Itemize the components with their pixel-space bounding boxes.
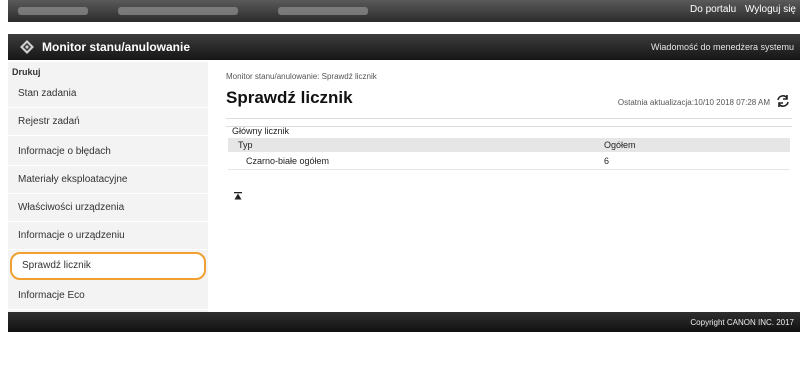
column-header-total: Ogółem bbox=[604, 140, 636, 150]
app-title: Monitor stanu/anulowanie bbox=[42, 40, 191, 54]
last-update-text: Ostatnia aktualizacja:10/10 2018 07:28 A… bbox=[617, 98, 770, 107]
top-links: Do portalu Wyloguj się bbox=[684, 4, 796, 15]
sidebar-item-consumables[interactable]: Materiały eksploatacyjne bbox=[8, 166, 208, 194]
counter-type-cell: Czarno-białe ogółem bbox=[246, 156, 330, 166]
page-title: Sprawdź licznik bbox=[226, 88, 353, 107]
top-bar: Do portalu Wyloguj się bbox=[8, 0, 800, 22]
table-row: Czarno-białe ogółem 6 bbox=[228, 153, 790, 170]
counter-section-title: Główny licznik bbox=[232, 126, 290, 136]
sidebar-item-check-counter[interactable]: Sprawdź licznik bbox=[10, 252, 206, 280]
logout-link[interactable]: Wyloguj się bbox=[745, 4, 796, 15]
footer-bar: Copyright CANON INC. 2017 bbox=[8, 312, 800, 332]
sidebar-item-device-features[interactable]: Właściwości urządzenia bbox=[8, 194, 208, 222]
sidebar-item-device-info[interactable]: Informacje o urządzeniu bbox=[8, 222, 208, 250]
portal-link[interactable]: Do portalu bbox=[690, 4, 736, 15]
sidebar-item-job-log[interactable]: Rejestr zadań bbox=[8, 108, 208, 136]
diamond-logo-icon bbox=[20, 40, 34, 54]
blurred-text bbox=[118, 7, 238, 15]
copyright-text: Copyright CANON INC. 2017 bbox=[690, 318, 794, 327]
divider bbox=[226, 118, 792, 119]
sidebar-item-eco-info[interactable]: Informacje Eco bbox=[8, 282, 208, 310]
blurred-text bbox=[278, 7, 368, 15]
back-to-top-icon[interactable] bbox=[234, 192, 242, 200]
main-content: Monitor stanu/anulowanie: Sprawdź liczni… bbox=[218, 62, 800, 312]
sidebar-item-job-status[interactable]: Stan zadania bbox=[8, 80, 208, 108]
table-header: Typ Ogółem bbox=[228, 138, 790, 152]
title-bar: Monitor stanu/anulowanie Wiadomość do me… bbox=[8, 34, 800, 60]
column-header-type: Typ bbox=[238, 140, 253, 150]
browser-page: Do portalu Wyloguj się Monitor stanu/anu… bbox=[8, 0, 800, 376]
message-to-admin-link[interactable]: Wiadomość do menedżera systemu bbox=[651, 42, 794, 52]
sidebar-item-error-info[interactable]: Informacje o błędach bbox=[8, 138, 208, 166]
counter-total-cell: 6 bbox=[604, 156, 610, 166]
breadcrumb: Monitor stanu/anulowanie: Sprawdź liczni… bbox=[226, 72, 377, 81]
sidebar-section-title: Drukuj bbox=[12, 67, 41, 77]
refresh-icon[interactable] bbox=[776, 94, 790, 108]
sidebar: Drukuj Stan zadania Rejestr zadań Inform… bbox=[8, 62, 208, 312]
blurred-text bbox=[18, 7, 88, 15]
